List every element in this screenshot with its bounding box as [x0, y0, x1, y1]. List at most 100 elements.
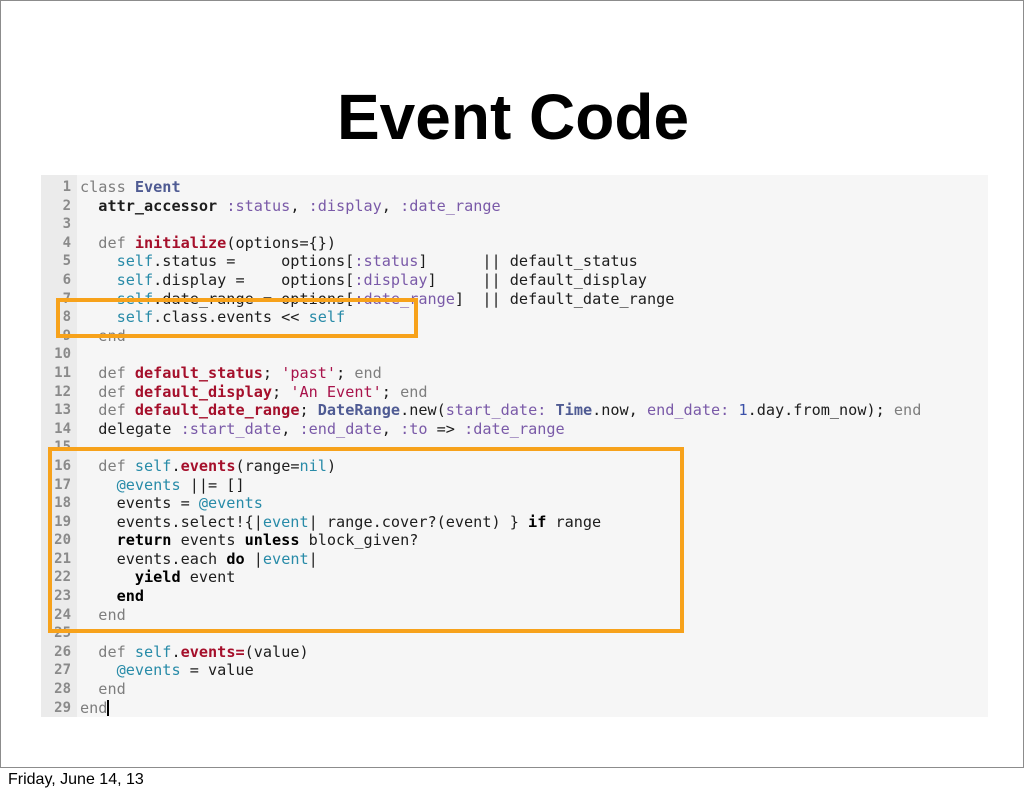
line-number: 26 — [54, 643, 71, 660]
code-token: def — [98, 233, 135, 252]
code-token: .now, — [592, 401, 647, 420]
code-token: ] || default_status — [418, 252, 638, 271]
code-token: :date_range — [464, 419, 565, 438]
code-text: def default_status; 'past'; end — [80, 364, 382, 383]
code-token: @events — [116, 661, 181, 680]
line-number: 2 — [62, 197, 71, 214]
code-text: def initialize(options={}) — [80, 234, 336, 253]
code-text: @events = value — [80, 661, 254, 680]
code-token: :end_date — [299, 419, 382, 438]
code-line: 6 self.display = options[:display] || de… — [41, 271, 988, 290]
code-token: ; — [262, 363, 282, 382]
code-line: 2 attr_accessor :status, :display, :date… — [41, 197, 988, 216]
code-text: attr_accessor :status, :display, :date_r… — [80, 196, 501, 216]
code-line: 11 def default_status; 'past'; end — [41, 364, 988, 383]
code-token: => — [427, 419, 465, 438]
line-number: 10 — [54, 346, 71, 363]
code-token: default_date_range — [134, 401, 300, 420]
code-token: end_date: — [646, 401, 730, 420]
code-token: 'past' — [281, 363, 337, 382]
code-token: .status = options[ — [153, 252, 355, 271]
code-text: def default_date_range; DateRange.new(st… — [80, 401, 921, 420]
code-text: def default_display; 'An Event'; end — [80, 382, 428, 402]
line-number: 4 — [62, 234, 71, 251]
code-token: delegate — [80, 419, 181, 438]
code-token: .new( — [400, 401, 446, 420]
code-token: , — [290, 196, 309, 215]
line-number: 28 — [54, 681, 71, 698]
code-text: end — [80, 680, 126, 699]
code-token: . — [171, 642, 181, 661]
code-line: 10 — [41, 345, 988, 364]
code-token: , — [281, 419, 300, 438]
code-token: ] || default_display — [427, 270, 647, 289]
text-cursor — [107, 699, 110, 716]
code-token: 'An Event' — [290, 382, 382, 401]
code-token: class — [80, 178, 135, 196]
code-token: events= — [180, 642, 245, 661]
slide: Event Code 1 class Event 2 attr_accessor :… — [0, 0, 1024, 768]
line-number: 13 — [54, 402, 71, 419]
line-number: 29 — [54, 699, 71, 716]
code-token: def — [98, 642, 135, 661]
highlight-box-events-method — [48, 447, 684, 633]
code-text: end — [80, 699, 110, 718]
code-token: end — [354, 363, 382, 382]
code-token: (options={}) — [226, 233, 337, 252]
code-line: 26 def self.events=(value) — [41, 643, 988, 662]
code-token: 1 — [738, 401, 748, 420]
code-editor: 1 class Event 2 attr_accessor :status, :di… — [41, 175, 988, 717]
code-token: default_status — [134, 363, 263, 382]
code-line: 13 def default_date_range; DateRange.new… — [41, 401, 988, 420]
code-line: 27 @events = value — [41, 661, 988, 680]
code-token: :date_range — [400, 196, 501, 215]
line-number: 11 — [54, 364, 71, 381]
code-token: default_display — [134, 382, 273, 401]
code-token: start_date: — [445, 401, 547, 420]
code-token: ; — [381, 382, 401, 401]
code-token: attr_accessor — [98, 196, 218, 215]
code-text: delegate :start_date, :end_date, :to => … — [80, 419, 565, 439]
line-number: 27 — [54, 662, 71, 679]
code-token: ; — [272, 382, 291, 401]
highlight-box-register-event — [56, 298, 418, 338]
line-number: 12 — [54, 383, 71, 400]
code-token: self — [134, 642, 172, 661]
code-line: 29 end — [41, 699, 988, 718]
code-token: :display — [308, 196, 382, 215]
code-token: = value — [180, 661, 254, 680]
code-token: def — [98, 363, 135, 382]
code-token: DateRange — [317, 401, 401, 420]
code-token: Event — [134, 178, 181, 196]
code-token: :status — [217, 196, 291, 215]
line-number: 6 — [62, 271, 71, 288]
line-number: 1 — [62, 179, 71, 195]
code-token: (value) — [244, 642, 309, 661]
code-text: self.status = options[:status] || defaul… — [80, 252, 638, 271]
code-token: def — [98, 382, 135, 401]
code-token: :display — [354, 270, 428, 289]
line-number: 14 — [54, 420, 71, 437]
code-line: 28 end — [41, 680, 988, 699]
code-line: 14 delegate :start_date, :end_date, :to … — [41, 420, 988, 439]
code-token: end — [98, 680, 126, 699]
code-token: end — [400, 382, 428, 401]
code-token: self — [116, 252, 154, 271]
code-text: class Event — [80, 178, 181, 197]
code-token: :to — [400, 419, 428, 438]
code-token: self — [116, 270, 154, 289]
line-number: 3 — [62, 216, 71, 233]
code-token: , — [381, 196, 401, 215]
code-token: def — [98, 401, 135, 420]
